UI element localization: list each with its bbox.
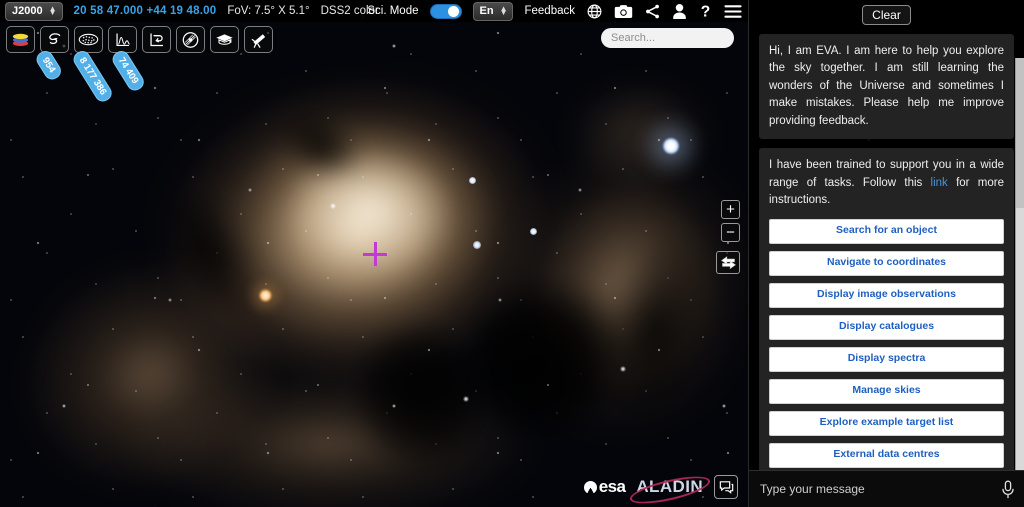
message-composer — [749, 470, 1024, 507]
toggle-knob — [447, 5, 459, 17]
blue-star — [530, 228, 537, 235]
sky-view-panel[interactable]: J2000 ▲ ▼ 20 58 47.000 +44 19 48.00 FoV: … — [0, 0, 748, 507]
nebula-bright-core — [250, 120, 500, 320]
assistant-header: Clear — [749, 0, 1024, 30]
esa-wordmark: esa — [598, 477, 626, 496]
help-icon[interactable]: ? — [698, 2, 713, 20]
esa-mark-icon — [583, 480, 597, 494]
zoom-controls: + − — [721, 200, 740, 242]
field-of-view-readout: FoV: 7.5° X 5.1° — [227, 5, 310, 17]
chat-toggle-button[interactable] — [714, 475, 738, 499]
white-star — [330, 203, 336, 209]
dust-lane — [233, 65, 407, 225]
bright-star — [661, 136, 681, 156]
swap-arrows-icon — [720, 256, 736, 270]
starfield-layer — [0, 0, 748, 507]
message-input[interactable] — [760, 482, 995, 496]
action-display-spectra[interactable]: Display spectra — [769, 346, 1004, 372]
camera-icon[interactable] — [614, 3, 633, 20]
chat-message-list[interactable]: Hi, I am EVA. I am here to help you expl… — [749, 30, 1024, 470]
zoom-out-button[interactable]: − — [721, 223, 740, 242]
sky-tool-palette — [6, 26, 273, 53]
spectrum-icon — [115, 33, 130, 47]
action-search-for-an-object[interactable]: Search for an object — [769, 218, 1004, 244]
feedback-button[interactable]: Feedback — [524, 5, 575, 17]
starfield-layer — [0, 0, 748, 507]
action-explore-example-target-list[interactable]: Explore example target list — [769, 410, 1004, 436]
tool-spectra-button[interactable] — [108, 26, 137, 53]
chat-scrollbar-thumb[interactable] — [1016, 58, 1024, 208]
language-selector[interactable]: En ▲ ▼ — [472, 1, 514, 21]
language-value: En — [479, 4, 494, 17]
tool-publications-button[interactable] — [142, 26, 171, 53]
updown-spinner-icon: ▲ ▼ — [48, 3, 57, 17]
tool-layers-button[interactable] — [6, 26, 35, 53]
esasky-application: J2000 ▲ ▼ 20 58 47.000 +44 19 48.00 FoV: … — [0, 0, 1024, 507]
blue-star — [473, 241, 481, 249]
blue-star — [469, 177, 476, 184]
svg-text:?: ? — [701, 4, 711, 20]
clear-conversation-button[interactable]: Clear — [862, 5, 911, 25]
sci-mode-label: Sci. Mode — [367, 5, 419, 17]
white-star — [463, 396, 469, 402]
publication-icon — [149, 33, 163, 47]
telescope-icon — [251, 33, 266, 48]
esa-logo: esa — [583, 477, 626, 497]
dust-lane — [108, 133, 312, 367]
microphone-icon[interactable] — [1001, 480, 1015, 499]
tool-solar-system-button[interactable] — [176, 26, 205, 53]
coordinate-frame-label: J2000 — [12, 4, 43, 17]
nebula-region-main — [126, 42, 594, 458]
nebula-region-topright — [540, 60, 740, 210]
assistant-message-intro: Hi, I am EVA. I am here to help you expl… — [759, 34, 1014, 140]
nebula-region-bottom — [120, 380, 540, 507]
share-icon[interactable] — [644, 3, 661, 20]
zoom-in-button[interactable]: + — [721, 200, 740, 219]
galaxy-icon — [48, 33, 60, 45]
sky-search-box[interactable] — [601, 28, 748, 48]
action-external-data-centres[interactable]: External data centres — [769, 442, 1004, 468]
nebula-region-right — [441, 124, 748, 476]
dust-lane — [399, 217, 691, 503]
tool-science-button[interactable] — [210, 26, 239, 53]
coordinates-readout[interactable]: 20 58 47.000 +44 19 48.00 — [74, 5, 217, 17]
chat-scrollbar[interactable] — [1015, 58, 1024, 470]
white-star — [620, 366, 626, 372]
user-icon[interactable] — [672, 3, 687, 20]
catalogue-icon — [78, 33, 99, 46]
tool-observation-planning-button[interactable] — [244, 26, 273, 53]
assistant-message-actions: I have been trained to support you in a … — [759, 148, 1014, 470]
sky-image-canvas[interactable] — [0, 0, 748, 507]
hamburger-menu-icon[interactable] — [724, 4, 742, 19]
layers-icon — [12, 33, 29, 47]
swap-view-button[interactable] — [716, 251, 740, 274]
chat-bubble-icon — [719, 480, 733, 494]
graduation-cap-icon — [216, 34, 233, 45]
assistant-panel: Clear Hi, I am EVA. I am here to help yo… — [748, 0, 1024, 507]
assistant-action-list: Search for an object Navigate to coordin… — [769, 218, 1004, 468]
aladin-logo: ALADIN — [636, 477, 703, 496]
starfield-layer — [0, 0, 748, 507]
action-manage-skies[interactable]: Manage skies — [769, 378, 1004, 404]
updown-spinner-icon: ▲ ▼ — [499, 3, 508, 17]
action-display-catalogues[interactable]: Display catalogues — [769, 314, 1004, 340]
sky-top-bar-controls: Sci. Mode En ▲ ▼ Feedback ? — [367, 0, 742, 22]
dust-lane — [330, 300, 510, 490]
globe-icon[interactable] — [586, 3, 603, 20]
coordinate-frame-selector[interactable]: J2000 ▲ ▼ — [5, 1, 63, 21]
sky-bottom-bar: esa ALADIN — [583, 475, 738, 499]
nebula-region-left — [0, 225, 310, 507]
action-navigate-to-coordinates[interactable]: Navigate to coordinates — [769, 250, 1004, 276]
search-input[interactable] — [611, 32, 748, 44]
sci-mode-toggle[interactable] — [429, 3, 462, 19]
disc-icon — [182, 31, 199, 48]
orange-star — [258, 288, 273, 303]
action-display-image-observations[interactable]: Display image observations — [769, 282, 1004, 308]
tool-catalogues-button[interactable] — [74, 26, 103, 53]
tool-targets-button[interactable] — [40, 26, 69, 53]
instructions-link[interactable]: link — [931, 177, 948, 189]
dust-lane — [531, 180, 748, 480]
